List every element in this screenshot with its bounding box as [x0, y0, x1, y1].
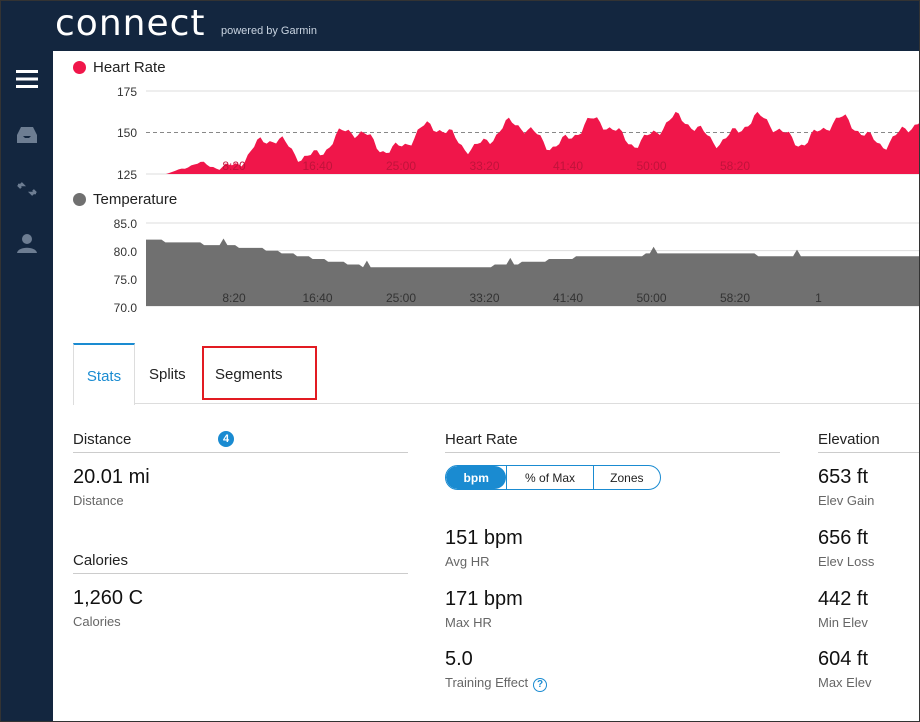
distance-title: Distance: [73, 431, 132, 448]
hr-unit-toggle: bpm % of Max Zones: [445, 465, 661, 490]
divider: [73, 573, 408, 574]
calories-value: 1,260 C: [73, 587, 144, 609]
connect-logo[interactable]: connect: [55, 3, 206, 44]
elev-gain-value: 653 ft: [818, 466, 869, 488]
training-effect-label: Training Effect: [445, 675, 529, 690]
temperature-legend: Temperature: [73, 191, 177, 208]
menu-icon[interactable]: [15, 67, 39, 91]
temp-ytick: 85.0: [113, 217, 137, 231]
temp-xtick: 41:40: [553, 291, 583, 305]
toggle-zones-button[interactable]: Zones: [592, 466, 660, 489]
sidebar: [1, 51, 53, 721]
inbox-icon[interactable]: [15, 123, 39, 147]
user-icon[interactable]: [15, 231, 39, 255]
avg-hr-label: Avg HR: [445, 554, 490, 569]
heart-rate-area: [166, 111, 919, 174]
elev-loss-label: Elev Loss: [818, 554, 875, 569]
avg-hr-value: 151 bpm: [445, 527, 523, 549]
min-elev-label: Min Elev: [818, 615, 868, 630]
heart-rate-dot: [73, 61, 86, 74]
app-frame: connect powered by Garmin Heart Rate 175…: [0, 0, 920, 722]
temp-ytick: 70.0: [113, 301, 137, 315]
toggle-bpm-button[interactable]: bpm: [446, 466, 507, 489]
temp-ytick: 75.0: [113, 273, 137, 287]
hr-ytick: 125: [116, 168, 137, 182]
heart-rate-legend-label: Heart Rate: [93, 59, 166, 76]
max-elev-label: Max Elev: [818, 675, 872, 690]
tab-splits[interactable]: Splits: [149, 343, 186, 403]
calories-label: Calories: [73, 614, 121, 629]
tab-stats[interactable]: Stats: [73, 343, 135, 405]
training-effect-row: Training Effect?: [445, 675, 548, 692]
temp-xtick: 58:20: [720, 291, 750, 305]
segments-highlight-box: [202, 346, 317, 400]
temperature-dot: [73, 193, 86, 206]
divider: [445, 452, 780, 453]
divider: [73, 452, 408, 453]
hr-xtick: 58:20: [720, 159, 750, 173]
min-elev-value: 442 ft: [818, 588, 869, 610]
hr-ytick: 175: [116, 85, 137, 99]
max-hr-label: Max HR: [445, 615, 492, 630]
hr-xtick: 25:00: [386, 159, 416, 173]
temperature-chart[interactable]: 8:20 16:40 25:00 33:20 41:40 50:00 58:20 1: [146, 213, 920, 313]
calories-title: Calories: [73, 552, 129, 569]
distance-label: Distance: [73, 493, 124, 508]
hr-xtick: 41:40: [553, 159, 583, 173]
temp-xtick: 25:00: [386, 291, 416, 305]
temp-xtick: 33:20: [469, 291, 499, 305]
hr-xtick: 8:20: [222, 159, 246, 173]
help-icon[interactable]: ?: [533, 678, 548, 692]
top-bar: connect powered by Garmin: [1, 1, 919, 51]
tab-divider: [134, 403, 919, 404]
temperature-legend-label: Temperature: [93, 191, 178, 208]
temp-xtick: 50:00: [636, 291, 666, 305]
hr-xtick: 50:00: [636, 159, 666, 173]
segments-count-badge: 4: [218, 431, 234, 447]
temp-ytick: 80.0: [113, 245, 137, 259]
heart-rate-title: Heart Rate: [445, 431, 518, 448]
max-elev-value: 604 ft: [818, 648, 869, 670]
distance-value: 20.01 mi: [73, 466, 150, 488]
heart-rate-legend: Heart Rate: [73, 59, 166, 76]
elev-gain-label: Elev Gain: [818, 493, 875, 508]
temperature-area: [146, 238, 919, 306]
hr-ytick: 150: [116, 126, 137, 140]
training-effect-value: 5.0: [445, 648, 473, 670]
temp-xtick: 1: [815, 291, 822, 305]
hr-xtick: 33:20: [469, 159, 499, 173]
heart-rate-chart[interactable]: 8:20 16:40 25:00 33:20 41:40 50:00 58:20: [146, 81, 920, 181]
expand-icon[interactable]: [15, 177, 39, 201]
elevation-title: Elevation: [818, 431, 880, 448]
hr-xtick: 16:40: [302, 159, 332, 173]
max-hr-value: 171 bpm: [445, 588, 523, 610]
powered-by-text: powered by Garmin: [221, 25, 317, 37]
temp-xtick: 8:20: [222, 291, 246, 305]
temp-xtick: 16:40: [302, 291, 332, 305]
toggle-percent-max-button[interactable]: % of Max: [506, 466, 592, 489]
divider: [818, 452, 919, 453]
elev-loss-value: 656 ft: [818, 527, 869, 549]
